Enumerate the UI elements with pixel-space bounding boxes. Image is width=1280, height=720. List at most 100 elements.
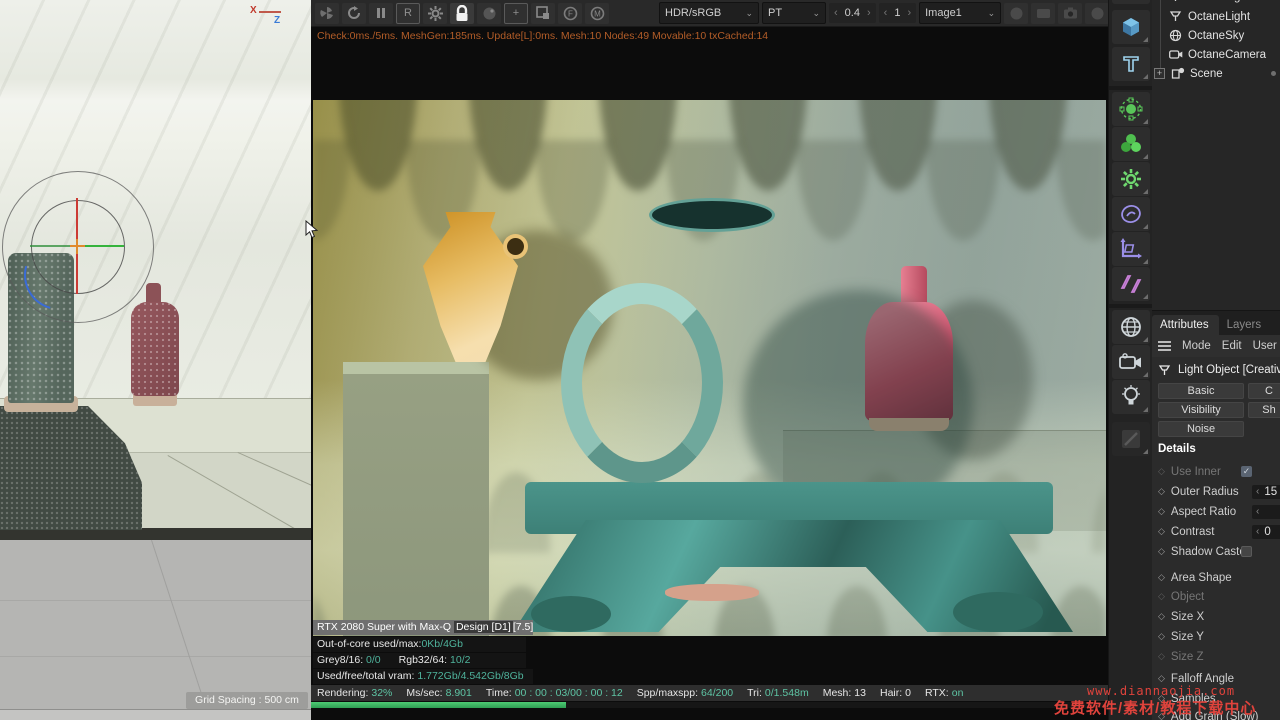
hamburger-menu-icon[interactable]: [1158, 341, 1171, 351]
param-size-z: ◇Size Z: [1152, 647, 1280, 666]
section-noise-button[interactable]: Noise: [1158, 421, 1244, 437]
menu-mode[interactable]: Mode: [1182, 340, 1211, 352]
rgb-pair: Rgb32/64: 10/2: [399, 653, 471, 668]
sky-globe-button[interactable]: [1112, 310, 1150, 344]
aspect-ratio-field[interactable]: ‹: [1252, 505, 1280, 519]
material-picker-icon[interactable]: M: [585, 3, 609, 24]
attribute-manager: Attributes Layers Mode Edit User D Light…: [1152, 310, 1280, 720]
fracture-button[interactable]: [1112, 127, 1150, 161]
stepper-left-icon[interactable]: ‹: [884, 7, 888, 19]
chevron-down-icon: ⌄: [745, 8, 753, 19]
colorspace-value: HDR/sRGB: [665, 7, 721, 19]
param-use-inner: ◇Use Inner✓: [1152, 462, 1280, 481]
object-row[interactable]: + Scene: [1152, 64, 1280, 83]
vram-label: Used/free/total vram:: [317, 670, 414, 682]
object-row[interactable]: OctaneSky: [1152, 26, 1280, 45]
stepper-right-icon[interactable]: ›: [907, 7, 911, 19]
cube-primitive-button[interactable]: [1112, 10, 1150, 44]
menu-edit[interactable]: Edit: [1222, 340, 1242, 352]
spline-field-button[interactable]: [1112, 197, 1150, 231]
contrast-field[interactable]: ‹0: [1252, 525, 1280, 539]
cloner-button[interactable]: [1112, 92, 1150, 126]
stepper-right-icon[interactable]: ›: [867, 7, 871, 19]
effector-gear-button[interactable]: [1112, 162, 1150, 196]
param-outer-radius: ◇Outer Radius‹15: [1152, 482, 1280, 501]
grid-spacing-badge: Grid Spacing : 500 cm: [186, 692, 308, 709]
render-ledge: [343, 362, 489, 636]
param-size-y: ◇Size Y: [1152, 627, 1280, 646]
light-bulb-button[interactable]: [1112, 380, 1150, 414]
region-scale-stepper[interactable]: ‹1›: [879, 3, 916, 23]
add-region-icon[interactable]: +: [504, 3, 528, 24]
reset-region-icon[interactable]: R: [396, 3, 420, 24]
orb-icon[interactable]: [1085, 3, 1109, 24]
object-row[interactable]: OctaneLight: [1152, 0, 1280, 6]
param-shadow-caster: ◇Shadow Caster: [1152, 542, 1280, 561]
outer-radius-field[interactable]: ‹15: [1252, 485, 1280, 499]
outofcore-label: Out-of-core used/max:: [317, 638, 421, 650]
symmetry-button[interactable]: [1112, 267, 1150, 301]
render-pass-dropdown[interactable]: Image1⌄: [919, 2, 1001, 24]
object-row[interactable]: OctaneCamera: [1152, 45, 1280, 64]
render-image[interactable]: [313, 100, 1106, 636]
param-area-shape: ◇Area Shape: [1152, 568, 1280, 587]
details-header: Details: [1158, 443, 1196, 455]
stepper-left-icon[interactable]: ‹: [834, 7, 838, 19]
param-contrast: ◇Contrast‹0: [1152, 522, 1280, 541]
layer-dot[interactable]: [1271, 71, 1276, 76]
workplane-button[interactable]: [1112, 232, 1150, 266]
use-inner-checkbox[interactable]: ✓: [1241, 466, 1252, 477]
vram-value: 1.772Gb/4.542Gb/8Gb: [417, 670, 523, 682]
axis-line-x: [259, 11, 281, 13]
section-basic-button[interactable]: Basic: [1158, 383, 1244, 399]
camera-snapshot-icon[interactable]: [1058, 3, 1082, 24]
camera-button[interactable]: [1112, 345, 1150, 379]
lock-resolution-icon[interactable]: [450, 3, 474, 24]
motext-button[interactable]: [1112, 47, 1150, 81]
c4d-perspective-viewport[interactable]: X Z Grid Spacing : 500 cm: [0, 0, 311, 720]
gpu-vram-row: Used/free/total vram: 1.772Gb/4.542Gb/8G…: [313, 669, 533, 684]
letter-r: R: [404, 7, 412, 19]
status-mesh: Mesh:13: [823, 687, 866, 699]
pause-render-icon[interactable]: [369, 3, 393, 24]
pick-region-icon[interactable]: [531, 3, 555, 24]
render-region-icon[interactable]: [1031, 3, 1055, 24]
object-label: Scene: [1190, 68, 1223, 80]
section-shading-button[interactable]: Sh: [1248, 402, 1280, 418]
object-row[interactable]: OctaneLight: [1152, 7, 1280, 26]
kernel-dropdown[interactable]: PT⌄: [762, 2, 826, 24]
attribute-tabs: Attributes Layers: [1152, 311, 1280, 335]
gpu-buffers-row: Grey8/16: 0/0 Rgb32/64: 10/2: [313, 653, 526, 668]
render-progress-bar: [311, 702, 1108, 708]
rgb-label: Rgb32/64:: [399, 654, 447, 666]
pitcher-opening: [649, 198, 775, 232]
settings-gear-icon[interactable]: [423, 3, 447, 24]
colorspace-dropdown[interactable]: HDR/sRGB ⌄: [659, 2, 759, 24]
cloth-fold: [531, 596, 611, 632]
subsample-stepper[interactable]: ‹0.4›: [829, 3, 876, 23]
disabled-material-button: [1112, 422, 1150, 456]
section-visibility-button[interactable]: Visibility: [1158, 402, 1244, 418]
status-time: Time:00 : 00 : 03/00 : 00 : 12: [486, 687, 623, 699]
menu-user-data[interactable]: User D: [1253, 340, 1280, 352]
grey-value: 0/0: [366, 654, 381, 666]
status-rtx: RTX:on: [925, 687, 963, 699]
restart-render-icon[interactable]: [342, 3, 366, 24]
expand-icon[interactable]: +: [1154, 68, 1165, 79]
tab-layers[interactable]: Layers: [1219, 315, 1272, 335]
clay-mode-icon[interactable]: [477, 3, 501, 24]
pitcher-base-band: [665, 584, 759, 601]
beauty-pass-icon[interactable]: [1004, 3, 1028, 24]
outofcore-value: 0Kb/4Gb: [421, 638, 462, 650]
section-coord-button[interactable]: C: [1248, 383, 1280, 399]
creation-toolbar: [1108, 0, 1153, 720]
teal-pitcher: [651, 210, 773, 596]
param-size-x: ◇Size X: [1152, 607, 1280, 626]
kernel-fan-icon[interactable]: [315, 3, 339, 24]
shadow-caster-checkbox[interactable]: [1241, 546, 1252, 557]
clipped-tool-button[interactable]: [1112, 0, 1150, 4]
tab-attributes[interactable]: Attributes: [1152, 315, 1219, 335]
focus-picker-icon[interactable]: F: [558, 3, 582, 24]
viewport-bottom-strip: [0, 709, 311, 720]
ground-grid-line: [0, 656, 311, 657]
